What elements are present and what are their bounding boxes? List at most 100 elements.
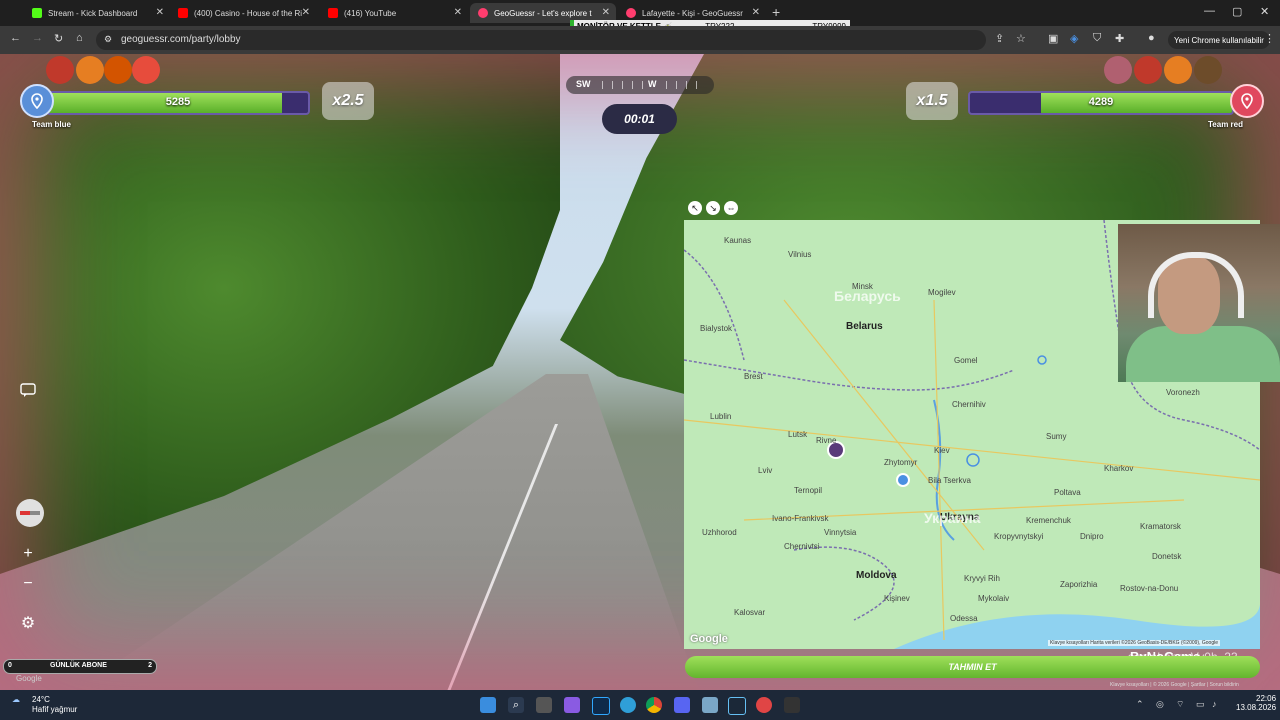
photoshop-icon[interactable] [592,697,610,715]
display-icon[interactable]: ▭ [1196,699,1205,710]
map-label: Chernivtsi [784,542,820,551]
sub-goal-current: 0 [8,662,12,669]
menu-icon[interactable]: ⋮ [1264,32,1275,45]
compass-tick [686,81,687,89]
install-icon[interactable]: ⇪ [995,32,1004,45]
clock-time: 22:06 [1256,694,1277,703]
back-icon[interactable]: ← [10,32,21,44]
map-label: Poltava [1054,488,1081,497]
map-pin-button[interactable]: ⇔ [724,201,738,215]
cloud-rain-icon: ☁ [12,695,20,704]
network-icon[interactable]: ◎ [1156,699,1164,710]
team-blue-avatars [40,56,160,88]
system-clock[interactable]: 22:06 13.08.2026 [1236,694,1276,712]
close-window-icon[interactable]: ✕ [1260,5,1269,18]
tab-title: (416) YouTube [344,8,397,18]
windows-taskbar [0,690,1280,720]
reload-icon[interactable]: ↻ [54,32,63,45]
tab-title: Lafayette - Kişi - GeoGuessr [642,8,743,18]
compass-tick [666,81,667,89]
map-label: Mykolaiv [978,594,1010,603]
map-label: Dnipro [1080,532,1104,541]
minimize-icon[interactable]: — [1204,5,1215,17]
maximize-icon[interactable]: ▢ [1232,5,1242,18]
chat-button[interactable] [14,376,42,404]
app-icon[interactable] [702,697,718,713]
chrome-update-button[interactable]: Yeni Chrome kullanılabilir [1168,31,1270,49]
chrome-icon[interactable] [646,697,662,713]
compass-tick [622,81,623,89]
extensions-puzzle-icon[interactable]: ✚ [1115,32,1124,45]
windows-start-icon[interactable] [480,697,496,713]
map-overlay-belarus: Беларусь [834,288,901,304]
map-label: Kalosvar [734,608,766,617]
map-label: Vilnius [788,250,812,259]
kick-icon [32,8,42,18]
app-icon[interactable] [756,697,772,713]
compass-strip: SW W [566,76,714,94]
tab-kick[interactable]: Stream - Kick Dashboard ✕ [24,3,170,23]
map-label: Kişinev [884,594,910,603]
map-google-logo: Google [690,633,728,645]
chevron-up-icon[interactable]: ⌃ [1136,699,1144,710]
site-info-icon[interactable]: ⚙ [104,34,112,45]
volume-icon[interactable]: ♪ [1212,699,1217,709]
forward-icon[interactable]: → [32,32,43,44]
compass-heading-w: W [648,79,657,89]
map-label: Kaunas [724,236,752,245]
new-tab-button[interactable]: + [772,4,780,20]
compass-tick [642,81,643,89]
zoom-out-button[interactable]: − [14,570,42,598]
location-pin-icon [1241,93,1253,109]
close-icon[interactable]: ✕ [156,7,164,18]
zoom-in-button[interactable]: + [14,540,42,568]
discord-icon[interactable] [674,697,690,713]
map-label: Uzhhorod [702,528,737,537]
wifi-icon[interactable]: ⌔ [1176,699,1184,710]
copilot-icon[interactable] [564,697,580,713]
map-label: Lviv [758,466,773,475]
url-text[interactable]: geoguessr.com/party/lobby [121,34,241,45]
map-label: Chernihiv [952,400,986,409]
map-attribution: Klavye kısayolları Harita verileri ©2026… [1048,640,1220,646]
bookmark-star-icon[interactable]: ☆ [1016,32,1026,45]
compass-reset-button[interactable] [16,499,44,527]
geoguessr-game[interactable]: 5285 Team blue x2.5 SW W 00:01 x1.5 4289… [0,54,1280,690]
edge-icon[interactable] [620,697,636,713]
clock-date: 13.08.2026 [1236,703,1277,712]
daily-sub-goal-bar: 0 GÜNLÜK ABONE 2 [3,659,157,674]
compass-tick [612,81,613,89]
epic-games-icon[interactable] [784,697,800,713]
map-label: Kramatorsk [1140,522,1181,531]
headphones [1148,252,1244,318]
tab-youtube[interactable]: (416) YouTube ✕ [320,3,468,23]
guess-button[interactable]: TAHMIN ET [685,656,1260,678]
search-icon[interactable]: ⌕ [508,697,524,713]
map-label: Zaporizhia [1060,580,1098,589]
map-shrink-button[interactable]: ↖ [688,201,702,215]
extension-icon[interactable]: ◈ [1070,32,1078,45]
close-icon[interactable]: ✕ [602,7,610,18]
close-icon[interactable]: ✕ [302,7,310,18]
weather-desc: Hafif yağmur [32,705,78,714]
map-label: Bialystok [700,324,733,333]
home-icon[interactable]: ⌂ [76,32,83,44]
webcam-shirt [1126,326,1280,382]
tab-casino[interactable]: (400) Casino - House of the Ri ✕ [170,3,316,23]
extension-icon[interactable]: ▣ [1048,32,1058,45]
location-pin-icon [31,93,43,109]
close-icon[interactable]: ✕ [752,7,760,18]
map-footer-links: Klavye kısayolları | © 2026 Google | Şar… [1110,682,1239,688]
map-expand-button[interactable]: ↘ [706,201,720,215]
shield-icon[interactable]: ⛉ [1093,32,1101,45]
settings-button[interactable]: ⚙ [14,609,42,637]
map-label: Mogilev [928,288,956,297]
map-overlay-ukraine: Украина [924,510,981,526]
map-label: Lublin [710,412,732,421]
steam-icon[interactable] [728,697,746,715]
task-view-icon[interactable] [536,697,552,713]
weather-widget[interactable]: ☁ 24°C Hafif yağmur [12,695,77,714]
profile-icon[interactable]: ● [1148,32,1155,44]
sub-goal-label: GÜNLÜK ABONE [50,662,107,669]
close-icon[interactable]: ✕ [454,7,462,18]
